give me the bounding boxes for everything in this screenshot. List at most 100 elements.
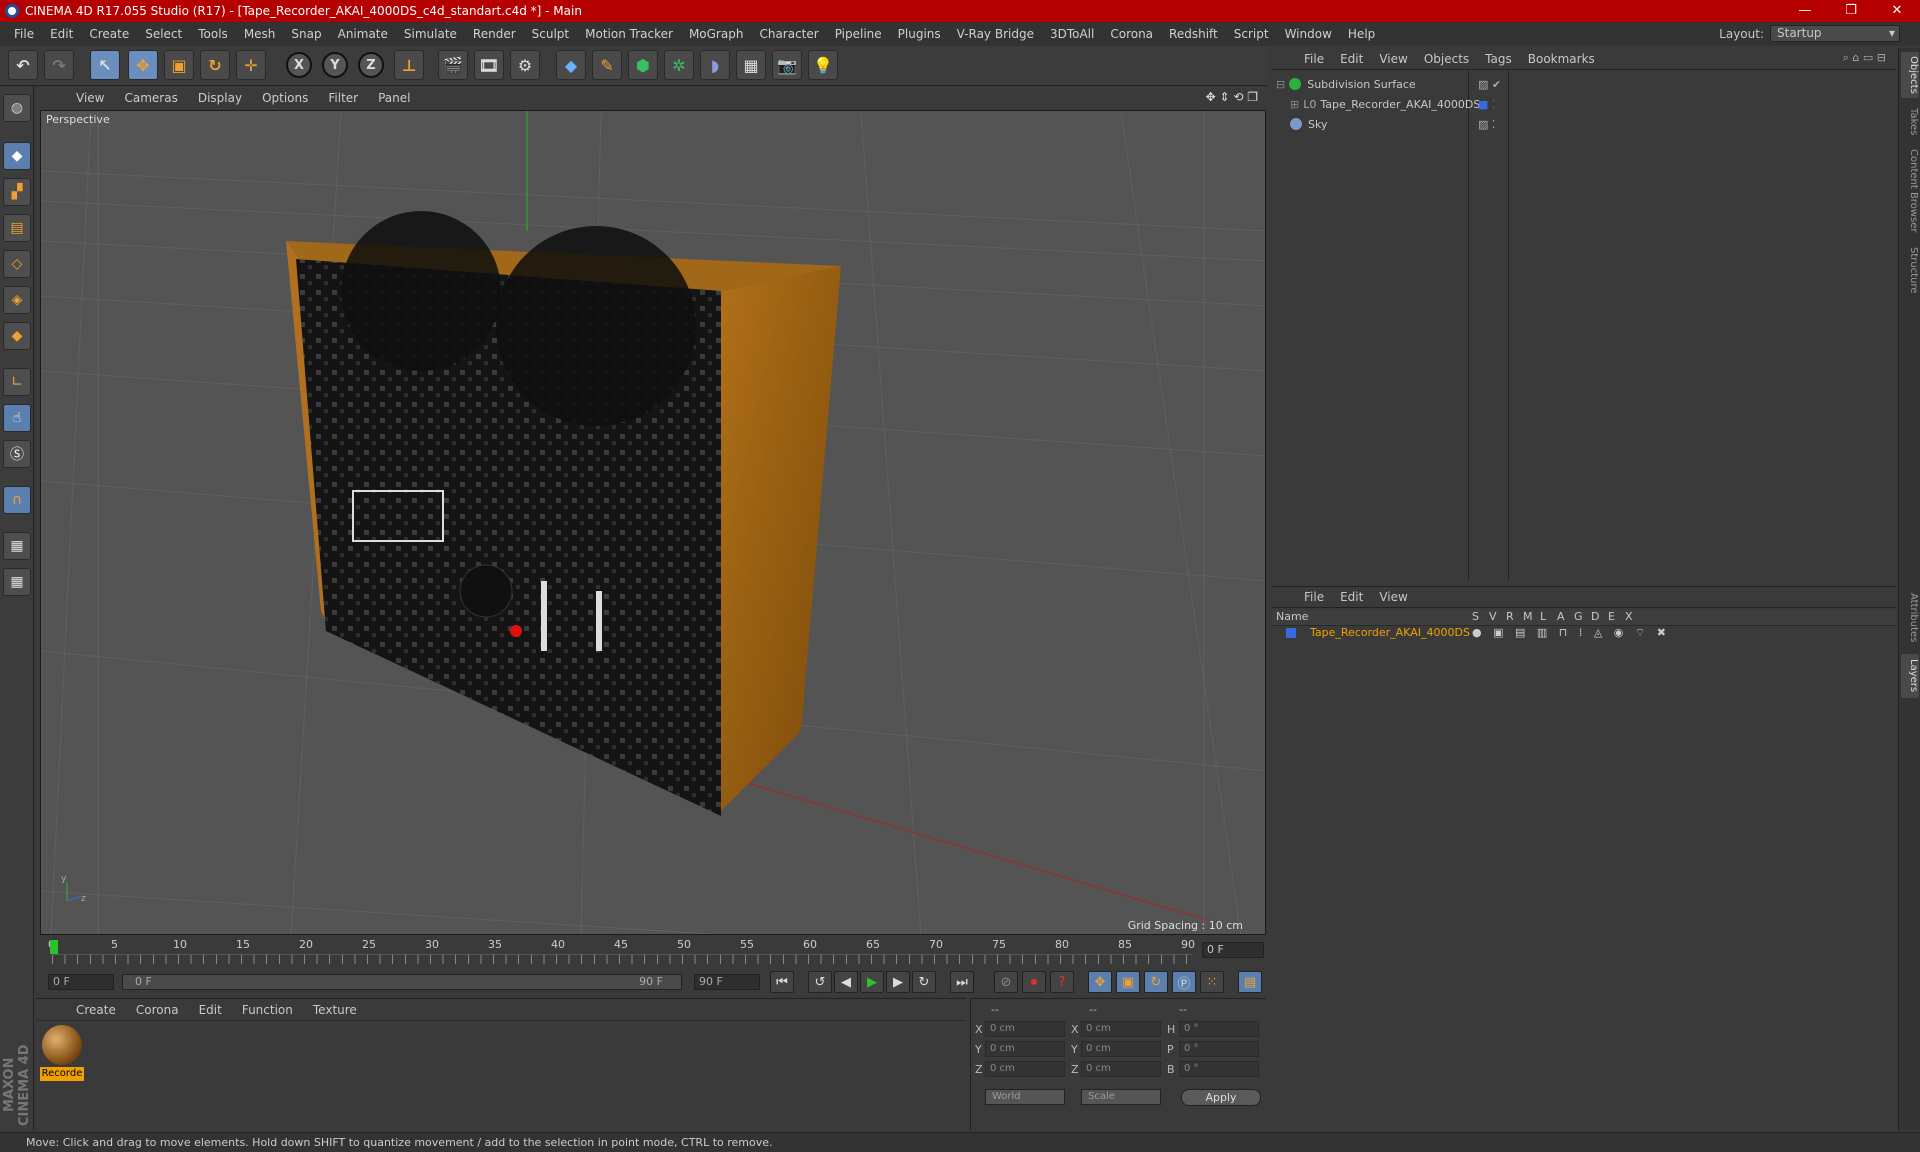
mograph-cloner-icon[interactable]: ✲: [664, 50, 694, 80]
coordinate-system-icon[interactable]: ⊥: [394, 50, 424, 80]
tab-attributes[interactable]: Attributes: [1901, 588, 1919, 648]
x-axis-lock-button[interactable]: X: [286, 52, 312, 78]
rotate-tool-icon[interactable]: ↻: [200, 50, 230, 80]
render-settings-icon[interactable]: ⚙: [510, 50, 540, 80]
material-menu-function[interactable]: Function: [232, 1003, 303, 1017]
object-menu-tags[interactable]: Tags: [1477, 52, 1520, 66]
layer-row[interactable]: Tape_Recorder_AKAI_4000DS ● ▣ ▤ ▥ ⊓ ⁞ ◬ …: [1272, 626, 1896, 642]
object-manager-search-icon[interactable]: ⌕ ⌂ ▭ ⊟: [1843, 51, 1886, 65]
workplane-lock-icon[interactable]: ▦: [3, 532, 31, 560]
menu-sculpt[interactable]: Sculpt: [524, 27, 577, 41]
texture-mode-icon[interactable]: ▞: [3, 178, 31, 206]
model-mode-icon[interactable]: ◆: [3, 142, 31, 170]
layer-flag-locked[interactable]: L: [1540, 610, 1546, 623]
layer-flag-solo[interactable]: S: [1472, 610, 1479, 623]
object-menu-file[interactable]: File: [1296, 52, 1332, 66]
timeline-window-icon[interactable]: ▤: [1238, 971, 1262, 993]
menu-animate[interactable]: Animate: [330, 27, 396, 41]
play-icon[interactable]: ▶: [860, 971, 884, 993]
deformer-icon[interactable]: ◗: [700, 50, 730, 80]
object-menu-view[interactable]: View: [1371, 52, 1415, 66]
workplane-mode-icon[interactable]: ▤: [3, 214, 31, 242]
go-to-end-icon[interactable]: ⏭: [950, 971, 974, 993]
material-menu-corona[interactable]: Corona: [126, 1003, 189, 1017]
coord-pos-y-field[interactable]: 0 cm: [985, 1041, 1065, 1057]
axis-mode-icon[interactable]: ∟: [3, 368, 31, 396]
render-view-icon[interactable]: 🎬: [438, 50, 468, 80]
playhead[interactable]: [50, 940, 58, 954]
recent-tools-icon[interactable]: ✛: [236, 50, 266, 80]
coord-size-x-field[interactable]: 0 cm: [1081, 1021, 1161, 1037]
keyframe-selection-icon[interactable]: ?: [1050, 971, 1074, 993]
go-to-start-icon[interactable]: ⏮: [770, 971, 794, 993]
timeline-ruler[interactable]: 0 5 10 15 20 25 30 35 40 45 50 55 60 65 …: [40, 938, 1266, 966]
cube-object-icon[interactable]: ◆: [556, 50, 586, 80]
coord-size-z-field[interactable]: 0 cm: [1081, 1061, 1161, 1077]
end-frame-field[interactable]: 90 F: [694, 974, 760, 990]
key-parameter-icon[interactable]: Ⓟ: [1172, 971, 1196, 993]
planar-workplane-icon[interactable]: ▦: [3, 568, 31, 596]
menu-motion-tracker[interactable]: Motion Tracker: [577, 27, 681, 41]
coord-rot-p-field[interactable]: 0 °: [1179, 1041, 1259, 1057]
menu-edit[interactable]: Edit: [42, 27, 81, 41]
solo-mode-icon[interactable]: Ⓢ: [3, 440, 31, 468]
key-position-icon[interactable]: ✥: [1088, 971, 1112, 993]
tab-layers[interactable]: Layers: [1901, 654, 1919, 698]
menu-mograph[interactable]: MoGraph: [681, 27, 752, 41]
coord-pos-x-field[interactable]: 0 cm: [985, 1021, 1065, 1037]
tweak-mode-icon[interactable]: ☝: [3, 404, 31, 432]
coord-size-mode-dropdown[interactable]: Scale: [1081, 1089, 1161, 1105]
object-menu-objects[interactable]: Objects: [1416, 52, 1477, 66]
viewport-menu-filter[interactable]: Filter: [318, 91, 368, 105]
menu-help[interactable]: Help: [1340, 27, 1383, 41]
menu-corona[interactable]: Corona: [1102, 27, 1161, 41]
redo-button[interactable]: ↷: [44, 50, 74, 80]
menu-3dtoall[interactable]: 3DToAll: [1042, 27, 1102, 41]
menu-script[interactable]: Script: [1226, 27, 1277, 41]
layer-flag-generators[interactable]: G: [1574, 610, 1583, 623]
layout-select[interactable]: Startup: [1770, 25, 1900, 42]
tab-takes[interactable]: Takes: [1901, 104, 1919, 140]
y-axis-lock-button[interactable]: Y: [322, 52, 348, 78]
coord-pos-z-field[interactable]: 0 cm: [985, 1061, 1065, 1077]
layer-name[interactable]: Tape_Recorder_AKAI_4000DS: [1310, 626, 1470, 639]
collapse-icon[interactable]: ⊟: [1276, 78, 1285, 91]
tab-structure[interactable]: Structure: [1901, 242, 1919, 298]
next-key-icon[interactable]: ↻: [912, 971, 936, 993]
scale-tool-icon[interactable]: ▣: [164, 50, 194, 80]
layer-menu-edit[interactable]: Edit: [1332, 590, 1371, 604]
spline-pen-icon[interactable]: ✎: [592, 50, 622, 80]
layer-flag-deformers[interactable]: D: [1591, 610, 1599, 623]
points-mode-icon[interactable]: ◇: [3, 250, 31, 278]
render-picture-viewer-icon[interactable]: 🎞: [474, 50, 504, 80]
visibility-flags-icon[interactable]: ▨ ⁚: [1478, 118, 1495, 131]
object-name[interactable]: Tape_Recorder_AKAI_4000DS: [1320, 98, 1480, 111]
snapping-icon[interactable]: ∩: [3, 486, 31, 514]
layer-flag-xref[interactable]: X: [1625, 610, 1633, 623]
key-pla-icon[interactable]: ⁙: [1200, 971, 1224, 993]
menu-mesh[interactable]: Mesh: [236, 27, 284, 41]
tab-content-browser[interactable]: Content Browser: [1901, 146, 1919, 236]
menu-window[interactable]: Window: [1277, 27, 1340, 41]
viewport-navigation-icons[interactable]: ✥ ⇕ ⟲ ❐: [1206, 90, 1258, 104]
tab-objects[interactable]: Objects: [1901, 52, 1919, 98]
3d-viewport[interactable]: y z Perspective Grid Spacing : 10 cm: [40, 110, 1266, 935]
camera-icon[interactable]: 📷: [772, 50, 802, 80]
layer-color-swatch[interactable]: [1286, 628, 1296, 638]
layer-flag-manager[interactable]: M: [1523, 610, 1533, 623]
viewport-menu-view[interactable]: View: [66, 91, 114, 105]
menu-select[interactable]: Select: [137, 27, 190, 41]
object-menu-edit[interactable]: Edit: [1332, 52, 1371, 66]
live-selection-icon[interactable]: ↖: [90, 50, 120, 80]
apply-button[interactable]: Apply: [1181, 1089, 1261, 1106]
frame-range-slider[interactable]: 0 F 90 F: [122, 974, 682, 990]
layer-flag-animation[interactable]: A: [1557, 610, 1565, 623]
layer-menu-file[interactable]: File: [1296, 590, 1332, 604]
viewport-menu-display[interactable]: Display: [188, 91, 252, 105]
menu-pipeline[interactable]: Pipeline: [827, 27, 890, 41]
material-name-label[interactable]: Recorde: [40, 1067, 84, 1081]
close-button[interactable]: ✕: [1874, 0, 1920, 22]
object-row[interactable]: ⊞ L0 Tape_Recorder_AKAI_4000DS ■ ⁚: [1276, 95, 1876, 113]
object-name[interactable]: Subdivision Surface: [1307, 78, 1415, 91]
menu-plugins[interactable]: Plugins: [890, 27, 949, 41]
